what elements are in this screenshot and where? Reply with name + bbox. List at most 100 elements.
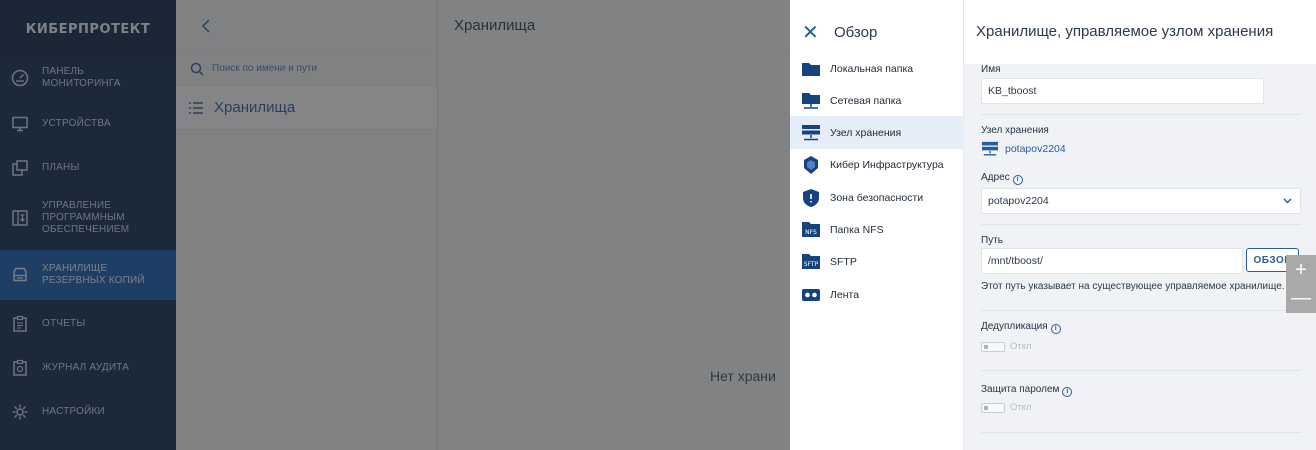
- info-icon[interactable]: i: [1012, 175, 1023, 185]
- tree-node-storages[interactable]: Хранилища: [176, 86, 437, 130]
- nav-item-reports[interactable]: ОТЧЕТЫ: [0, 304, 176, 344]
- address-select[interactable]: potapov2204: [981, 188, 1301, 214]
- type-item-label: Сетевая папка: [830, 94, 902, 107]
- nav-item-settings[interactable]: НАСТРОЙКИ: [0, 392, 176, 432]
- panel-header: [176, 0, 437, 52]
- name-label: Имя: [981, 64, 1001, 75]
- search-bar: [176, 52, 437, 86]
- monitor-icon: [10, 114, 30, 134]
- address-select-value: potapov2204: [988, 195, 1049, 207]
- audit-icon: [10, 358, 30, 378]
- type-item-network-folder[interactable]: Сетевая папка: [790, 84, 964, 117]
- main-navigation: КИБЕРПРОТЕКТ ПАНЕЛЬ МОНИТОРИНГА УСТРОЙСТ…: [0, 0, 176, 450]
- toggle-state: Откл: [1010, 341, 1032, 352]
- password-toggle[interactable]: Откл: [981, 402, 1032, 413]
- folder-icon: [800, 58, 822, 80]
- type-item-label: Зона безопасности: [830, 191, 924, 204]
- address-label-row: Адрес i: [981, 172, 1023, 185]
- close-icon[interactable]: ✕: [802, 20, 826, 45]
- zoom-out-button[interactable]: —: [1286, 283, 1316, 313]
- chevron-down-icon: [1283, 198, 1292, 204]
- storage-node-icon: [800, 122, 822, 144]
- type-item-storage-node[interactable]: Узел хранения: [790, 116, 964, 149]
- nav-item-devices[interactable]: УСТРОЙСТВА: [0, 104, 176, 144]
- type-item-tape[interactable]: Лента: [790, 278, 964, 311]
- list-icon: [189, 101, 203, 114]
- nav-item-label: УСТРОЙСТВА: [42, 118, 111, 129]
- nav-item-label: УПРАВЛЕНИЕ ПРОГРАММНЫМ ОБЕСПЕЧЕНИЕМ: [42, 200, 130, 235]
- nav-item-label: ХРАНИЛИЩЕ РЕЗЕРВНЫХ КОПИЙ: [42, 263, 145, 286]
- storage-form-panel: Хранилище, управляемое узлом хранения Им…: [964, 0, 1316, 450]
- network-folder-icon: [800, 90, 822, 112]
- toggle-track: [981, 341, 1005, 352]
- nav-item-label: ПАНЕЛЬ МОНИТОРИНГА: [42, 66, 121, 89]
- nav-item-audit-log[interactable]: ЖУРНАЛ АУДИТА: [0, 348, 176, 388]
- main-content: Хранилища Нет храни: [438, 0, 790, 450]
- type-item-label: Папка NFS: [830, 223, 884, 236]
- storage-icon: [10, 265, 30, 285]
- search-icon: [190, 62, 204, 76]
- path-label: Путь: [981, 235, 1003, 246]
- form-title: Хранилище, управляемое узлом хранения: [964, 0, 1316, 64]
- name-field[interactable]: KB_tboost: [981, 78, 1264, 104]
- info-icon[interactable]: i: [1050, 324, 1061, 334]
- storage-tree-panel: Хранилища: [176, 0, 438, 450]
- storage-type-panel: ✕ Обзор Локальная папка Сетевая папка Уз…: [790, 0, 964, 450]
- type-item-nfs-folder[interactable]: NFS Папка NFS: [790, 213, 964, 246]
- type-item-local-folder[interactable]: Локальная папка: [790, 52, 964, 85]
- divider: [981, 432, 1301, 433]
- svg-text:SFTP: SFTP: [804, 261, 819, 268]
- type-item-label: SFTP: [830, 255, 857, 268]
- software-icon: [10, 208, 30, 228]
- empty-state-text: Нет храни: [710, 368, 776, 384]
- nav-item-label: ОТЧЕТЫ: [42, 318, 86, 329]
- type-item-sftp[interactable]: SFTP SFTP: [790, 245, 964, 278]
- nav-item-backup-storage[interactable]: ХРАНИЛИЩЕ РЕЗЕРВНЫХ КОПИЙ: [0, 250, 176, 300]
- svg-text:NFS: NFS: [805, 229, 817, 236]
- info-icon[interactable]: i: [1062, 387, 1073, 397]
- divider: [981, 224, 1301, 225]
- gauge-icon: [10, 68, 30, 88]
- page-title: Хранилища: [438, 0, 790, 52]
- gear-icon: [10, 402, 30, 422]
- type-item-secure-zone[interactable]: Зона безопасности: [790, 181, 964, 214]
- brand-logo: КИБЕРПРОТЕКТ: [0, 0, 176, 58]
- reports-icon: [10, 314, 30, 334]
- dedup-toggle[interactable]: Откл: [981, 341, 1032, 352]
- toggle-state: Откл: [1010, 402, 1032, 413]
- divider: [981, 310, 1301, 311]
- nav-item-label: ПЛАНЫ: [42, 162, 80, 173]
- toggle-track: [981, 402, 1005, 413]
- nav-item-label: НАСТРОЙКИ: [42, 406, 105, 417]
- path-field[interactable]: /mnt/tboost/: [981, 248, 1243, 274]
- type-item-label: Узел хранения: [830, 126, 902, 139]
- search-input[interactable]: [212, 63, 432, 74]
- nfs-icon: NFS: [800, 219, 822, 241]
- type-item-label: Локальная папка: [830, 62, 914, 75]
- path-hint: Этот путь указывает на существующее упра…: [981, 281, 1285, 292]
- nav-item-dashboard[interactable]: ПАНЕЛЬ МОНИТОРИНГА: [0, 58, 176, 98]
- type-item-cyber-infrastructure[interactable]: Кибер Инфраструктура: [790, 148, 964, 181]
- zoom-in-button[interactable]: +: [1286, 255, 1316, 285]
- password-label: Защита паролем: [981, 384, 1060, 395]
- storage-node-icon: [982, 141, 998, 156]
- type-item-label: Кибер Инфраструктура: [830, 158, 944, 171]
- sftp-icon: SFTP: [800, 251, 822, 273]
- tree-node-label: Хранилища: [214, 99, 296, 116]
- dedup-label-row: Дедупликация i: [981, 321, 1061, 334]
- type-item-label: Лента: [830, 288, 860, 301]
- storage-node-link[interactable]: potapov2204: [1005, 143, 1066, 155]
- nav-item-plans[interactable]: ПЛАНЫ: [0, 148, 176, 188]
- back-button[interactable]: [196, 16, 216, 36]
- nav-item-label: ЖУРНАЛ АУДИТА: [42, 362, 130, 373]
- tape-icon: [800, 284, 822, 306]
- password-label-row: Защита паролем i: [981, 384, 1073, 397]
- storage-node-label: Узел хранения: [981, 125, 1049, 136]
- nav-item-software[interactable]: УПРАВЛЕНИЕ ПРОГРАММНЫМ ОБЕСПЕЧЕНИЕМ: [0, 190, 176, 246]
- dedup-label: Дедупликация: [981, 321, 1048, 332]
- divider: [981, 370, 1301, 371]
- types-panel-title: Обзор: [834, 23, 878, 41]
- plans-icon: [10, 158, 30, 178]
- divider: [981, 114, 1301, 115]
- storage-node-link-row: potapov2204: [981, 141, 1066, 157]
